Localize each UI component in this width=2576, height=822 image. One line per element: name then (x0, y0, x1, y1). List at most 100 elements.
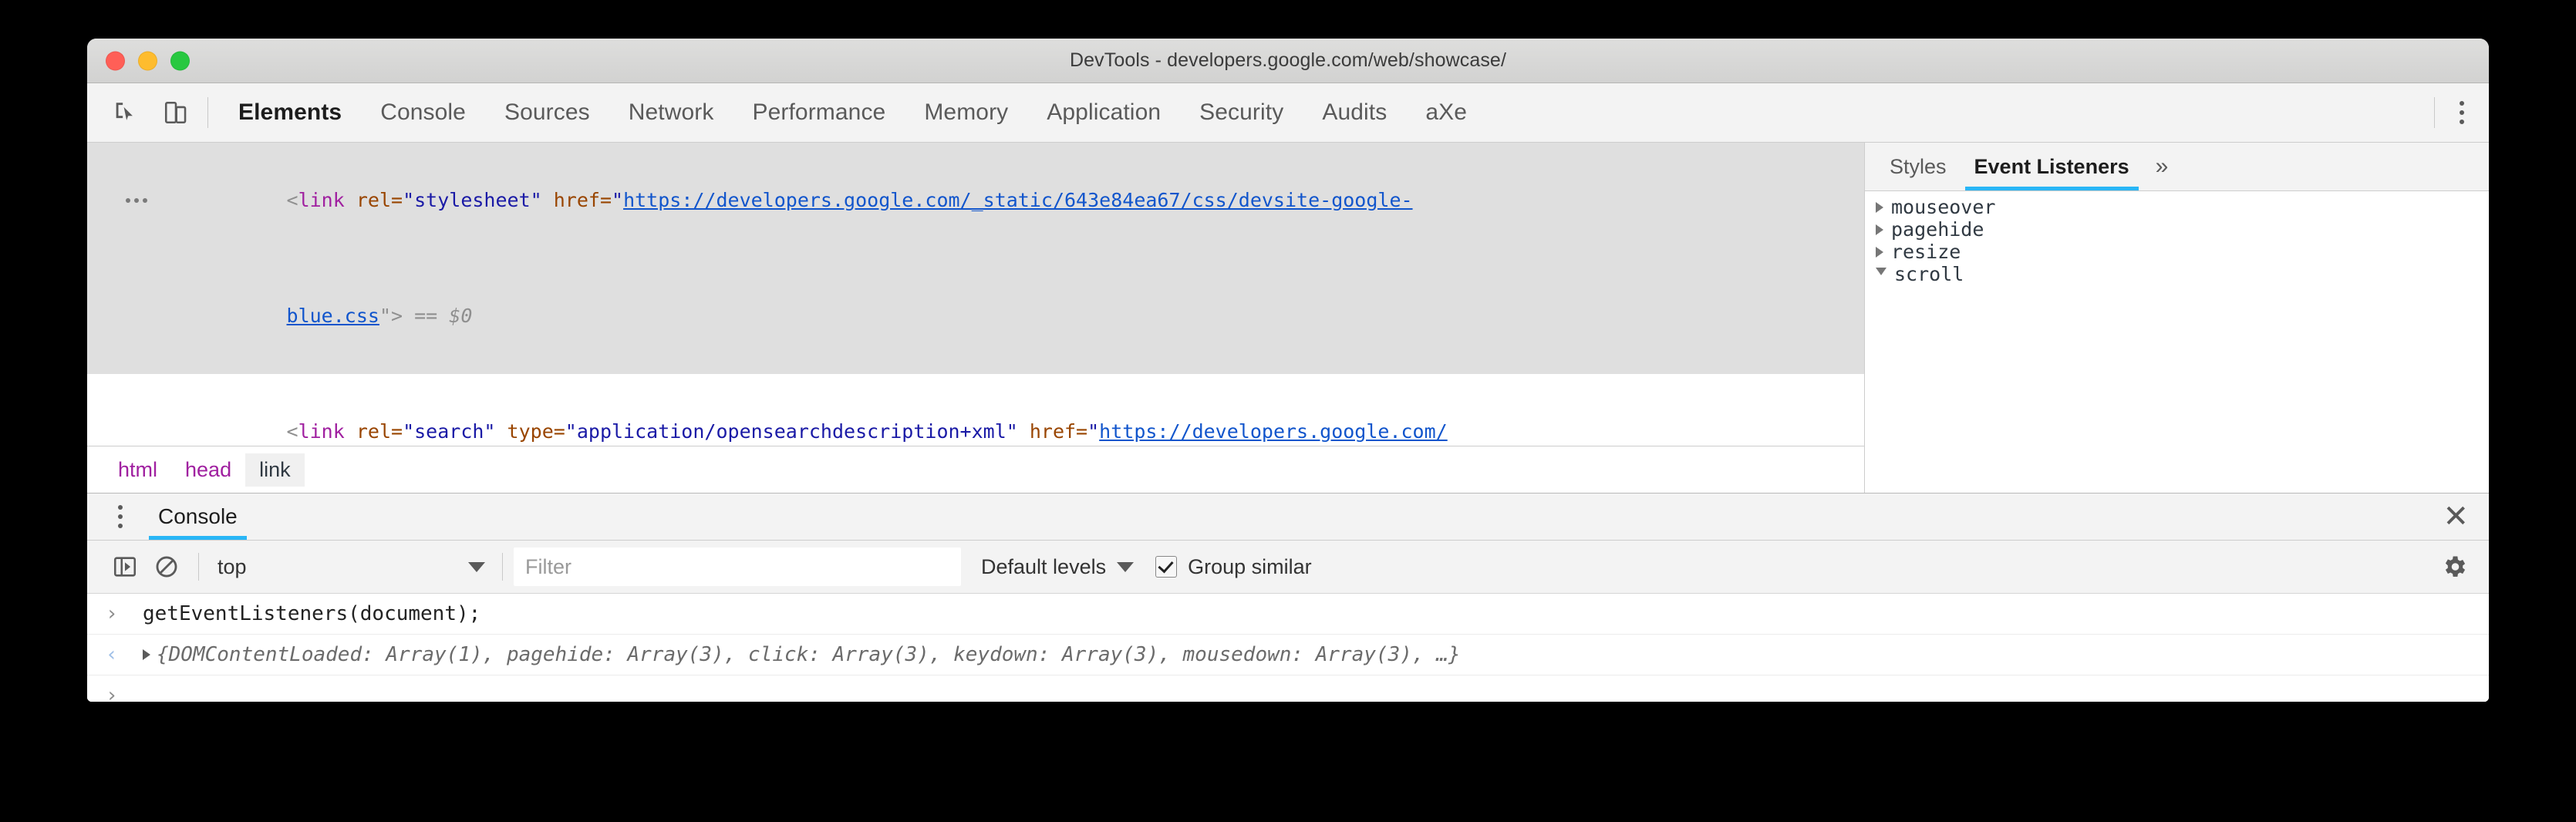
console-input-gutter-icon: › (106, 602, 143, 625)
console-toolbar-divider (198, 553, 199, 581)
tab-event-listeners[interactable]: Event Listeners (1961, 143, 2143, 190)
dom-attr-rel-value[interactable]: "search" (403, 420, 495, 443)
tab-audits[interactable]: Audits (1303, 83, 1406, 142)
dom-attr-href-value[interactable]: https://developers.google.com/_static/64… (623, 189, 1413, 211)
list-item[interactable]: pagehide (1865, 218, 2489, 241)
console-toolbar-divider (502, 553, 503, 581)
console-toolbar: top Filter Default levels Group similar (87, 541, 2489, 594)
elements-sidebar: Styles Event Listeners » mouseover pageh… (1865, 143, 2489, 493)
chevron-down-icon (1117, 562, 1134, 572)
close-icon[interactable]: ✕ (2443, 501, 2469, 532)
tab-performance[interactable]: Performance (733, 83, 905, 142)
devtools-window: DevTools - developers.google.com/web/sho… (87, 39, 2489, 702)
breadcrumb-item-head[interactable]: head (171, 453, 245, 487)
tab-console-drawer[interactable]: Console (141, 494, 255, 540)
list-item[interactable]: mouseover (1865, 196, 2489, 218)
collapsed-nodes-icon[interactable] (126, 198, 147, 203)
window-title: DevTools - developers.google.com/web/sho… (87, 49, 2489, 72)
chevron-down-icon (468, 562, 485, 572)
minimize-window-button[interactable] (138, 51, 157, 70)
window-traffic-lights (106, 51, 190, 70)
group-similar-label: Group similar (1188, 555, 1312, 579)
more-tabs-icon[interactable]: » (2143, 143, 2181, 190)
zoom-window-button[interactable] (170, 51, 190, 70)
console-input-line[interactable]: › getEventListeners(document); (87, 594, 2489, 635)
console-result-text: {DOMContentLoaded: Array(1), pagehide: A… (157, 643, 1461, 666)
dom-equals: == (403, 305, 449, 327)
close-window-button[interactable] (106, 51, 125, 70)
dom-open-bracket: < (287, 420, 298, 443)
expand-object-icon[interactable] (143, 649, 150, 660)
chevron-right-icon[interactable] (1876, 202, 1883, 213)
tab-elements[interactable]: Elements (219, 83, 361, 142)
console-output[interactable]: › getEventListeners(document); ‹ {DOMCon… (87, 594, 2489, 702)
dom-row[interactable]: <link rel="stylesheet" href="https://dev… (87, 143, 1864, 258)
breadcrumb-item-html[interactable]: html (104, 453, 171, 487)
console-drawer: Console ✕ top (87, 493, 2489, 702)
tab-network[interactable]: Network (609, 83, 733, 142)
breadcrumb: html head link (87, 446, 1864, 493)
chevron-right-icon[interactable] (1876, 247, 1883, 258)
dom-attr-type-value[interactable]: "application/opensearchdescription+xml" (565, 420, 1018, 443)
inspect-element-icon[interactable] (104, 92, 146, 133)
group-similar-toggle[interactable]: Group similar (1155, 555, 1312, 579)
list-item[interactable]: resize (1865, 241, 2489, 263)
dom-selected-variable: $0 (449, 305, 472, 327)
chevron-down-icon[interactable] (1876, 268, 1886, 281)
execution-context-select[interactable]: top (210, 555, 491, 579)
chevron-right-icon[interactable] (1876, 224, 1883, 235)
dom-attr-type[interactable]: type= (495, 420, 565, 443)
dom-attr-href-value-wrap[interactable]: blue.css (287, 305, 379, 327)
elements-pane: <link rel="stylesheet" href="https://dev… (87, 143, 1865, 493)
tab-sources[interactable]: Sources (485, 83, 609, 142)
clear-console-icon[interactable] (146, 546, 187, 588)
device-toolbar-icon[interactable] (155, 92, 197, 133)
console-result-line[interactable]: ‹ {DOMContentLoaded: Array(1), pagehide:… (87, 635, 2489, 675)
dom-row[interactable]: <link rel="search" type="application/ope… (87, 374, 1864, 446)
execution-context-value: top (217, 555, 247, 579)
dom-attr-rel[interactable]: rel= (345, 420, 403, 443)
dom-tree[interactable]: <link rel="stylesheet" href="https://dev… (87, 143, 1864, 446)
devtools-toolbar: Elements Console Sources Network Perform… (87, 83, 2489, 143)
breadcrumb-item-link[interactable]: link (245, 453, 305, 487)
event-listener-label: resize (1891, 241, 1961, 263)
event-listener-label: scroll (1894, 263, 1964, 285)
dom-attr-rel-value[interactable]: "stylesheet" (403, 189, 542, 211)
dom-quote: " (612, 189, 623, 211)
toolbar-divider (207, 97, 208, 128)
dom-open-bracket: < (287, 189, 298, 211)
tab-application[interactable]: Application (1027, 83, 1180, 142)
tab-console[interactable]: Console (361, 83, 485, 142)
dom-attr-href[interactable]: href= (1018, 420, 1087, 443)
list-item[interactable]: scroll (1865, 263, 2489, 285)
console-log-levels-select[interactable]: Default levels (981, 555, 1134, 579)
event-listener-label: mouseover (1891, 196, 1995, 218)
show-console-sidebar-icon[interactable] (104, 546, 146, 588)
console-filter-placeholder: Filter (525, 555, 572, 579)
toolbar-right-group (2434, 83, 2489, 142)
dom-row-continuation[interactable]: blue.css"> == $0 (87, 258, 1864, 374)
gear-icon[interactable] (2433, 546, 2475, 588)
panels-container: <link rel="stylesheet" href="https://dev… (87, 143, 2489, 493)
event-listeners-list[interactable]: mouseover pagehide resize scroll (1865, 191, 2489, 493)
dom-attr-rel[interactable]: rel= (345, 189, 403, 211)
tab-styles[interactable]: Styles (1876, 143, 1961, 190)
toolbar-icon-group (87, 83, 197, 142)
console-filter-input[interactable]: Filter (514, 547, 961, 586)
dom-attr-href[interactable]: href= (542, 189, 612, 211)
sidebar-tabs: Styles Event Listeners » (1865, 143, 2489, 191)
window-titlebar: DevTools - developers.google.com/web/sho… (87, 39, 2489, 83)
dom-close-bracket: "> (379, 305, 403, 327)
tab-security[interactable]: Security (1180, 83, 1303, 142)
kebab-menu-icon[interactable] (99, 496, 141, 537)
console-input-text: getEventListeners(document); (143, 602, 480, 625)
tab-memory[interactable]: Memory (905, 83, 1027, 142)
tab-axe[interactable]: aXe (1406, 83, 1486, 142)
group-similar-checkbox[interactable] (1155, 556, 1177, 578)
event-listener-label: pagehide (1891, 218, 1984, 241)
console-prompt-line[interactable]: › (87, 675, 2489, 702)
kebab-menu-icon[interactable] (2435, 101, 2489, 124)
console-result-gutter-icon: ‹ (106, 643, 143, 666)
dom-attr-href-value[interactable]: https://developers.google.com/ (1099, 420, 1448, 443)
dom-quote: " (1087, 420, 1099, 443)
